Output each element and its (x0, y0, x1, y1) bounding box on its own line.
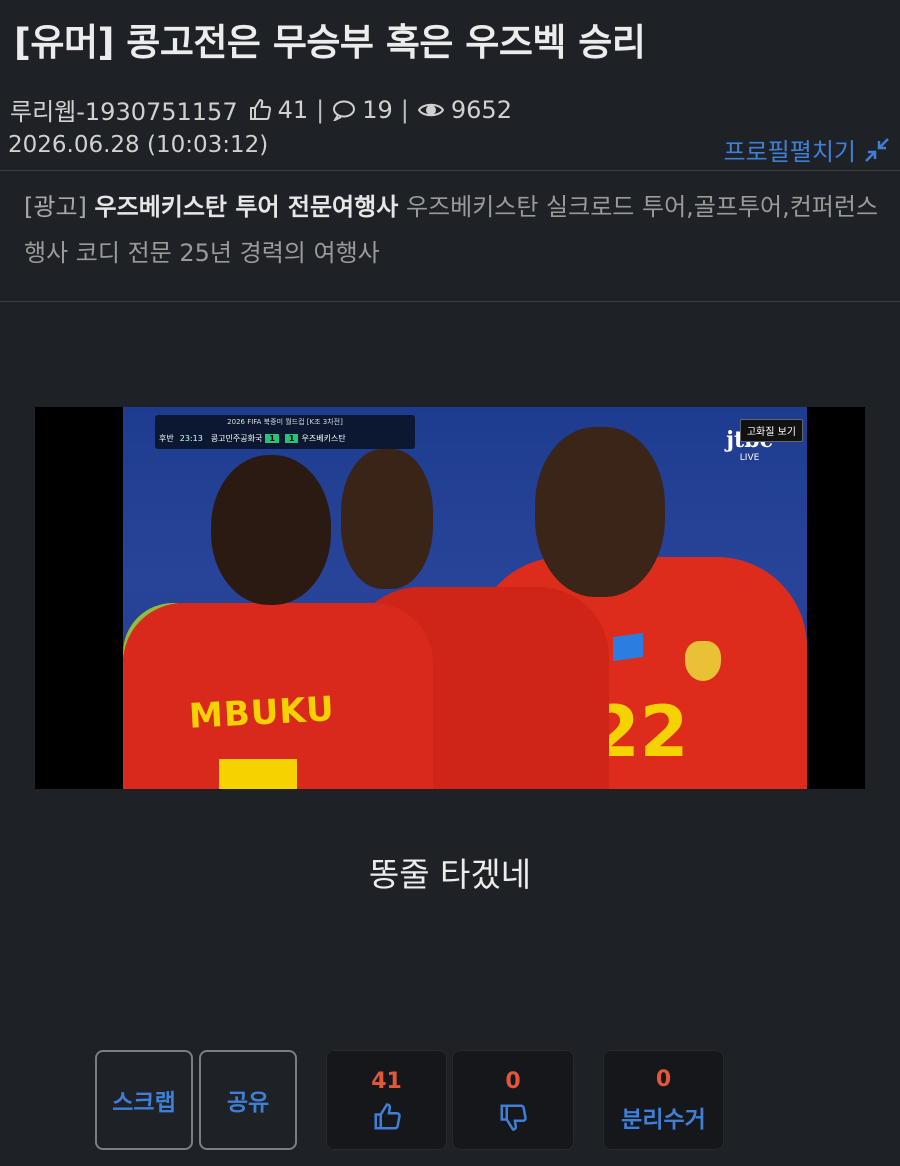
comment-count: 19 (362, 95, 393, 124)
profile-expand-link[interactable]: 프로필펼치기 (724, 132, 890, 167)
match-half: 후반 (159, 433, 174, 443)
upvote-button[interactable]: 41 (326, 1050, 447, 1150)
ad-divider (0, 301, 900, 302)
team-crest (685, 641, 721, 681)
downvote-button[interactable]: 0 (452, 1050, 574, 1150)
upvote-count: 41 (371, 1068, 402, 1094)
jersey-name: MBUKU (188, 689, 336, 737)
header-divider (0, 170, 900, 171)
ad-tag: [광고] (24, 193, 87, 221)
thumbs-down-icon (500, 1104, 527, 1131)
post-meta: 루리웹-1930751157 41 | 19 | 9652 (10, 92, 512, 127)
scrap-button[interactable]: 스크랩 (95, 1050, 193, 1150)
jersey-number-partial (219, 759, 297, 789)
like-stat: 41 (248, 95, 309, 124)
player-right-head (535, 427, 665, 597)
meta-divider: | (316, 95, 325, 124)
collapse-arrows-icon (865, 137, 889, 162)
score-row: 후반 23:13 콩고민주공화국 1 1 우즈베키스탄 (159, 431, 411, 445)
hd-quality-button[interactable]: 고화질 보기 (739, 419, 803, 442)
comment-bubble-icon (333, 100, 356, 121)
author-name[interactable]: 루리웹-1930751157 (10, 92, 238, 127)
post-date: 2026.06.28 (10:03:12) (8, 132, 269, 158)
like-count: 41 (277, 95, 309, 124)
scrap-label: 스크랩 (112, 1090, 176, 1116)
video-player[interactable]: 22 MBUKU 2026 FIFA 북중미 월드컵 [K조 3차전] 후반 2… (35, 407, 865, 789)
profile-expand-label: 프로필펼치기 (723, 138, 856, 166)
ad-headline[interactable]: 우즈베키스탄 투어 전문여행사 (95, 193, 399, 221)
scoreboard-overlay: 2026 FIFA 북중미 월드컵 [K조 3차전] 후반 23:13 콩고민주… (155, 415, 415, 449)
video-frame: 22 MBUKU 2026 FIFA 북중미 월드컵 [K조 3차전] 후반 2… (123, 407, 807, 789)
recycle-button[interactable]: 0 분리수거 (603, 1050, 724, 1150)
flag-patch (613, 632, 643, 662)
view-count: 9652 (450, 95, 512, 124)
away-team: 우즈베키스탄 (301, 433, 346, 443)
comment-stat: 19 (332, 96, 393, 124)
meta-divider: | (400, 95, 409, 124)
ad-banner[interactable]: [광고] 우즈베키스탄 투어 전문여행사 우즈베키스탄 실크로드 투어,골프투어… (24, 184, 886, 276)
home-score: 1 (265, 433, 279, 443)
thumbs-up-icon (374, 1102, 401, 1129)
competition-label: 2026 FIFA 북중미 월드컵 [K조 3차전] (227, 418, 343, 426)
player-middle-head (341, 449, 433, 589)
home-team: 콩고민주공화국 (210, 433, 263, 443)
recycle-count: 0 (655, 1066, 672, 1092)
share-button[interactable]: 공유 (199, 1050, 297, 1150)
away-score: 1 (284, 433, 299, 443)
post-caption: 똥줄 타겠네 (368, 855, 532, 894)
downvote-count: 0 (505, 1068, 521, 1094)
post-title: [유머] 콩고전은 무승부 혹은 우즈벡 승리 (14, 21, 646, 64)
share-label: 공유 (226, 1090, 270, 1116)
player-left-head (211, 455, 331, 605)
thumbs-up-icon (249, 98, 271, 120)
recycle-label: 분리수거 (621, 1106, 706, 1133)
live-label: LIVE (739, 453, 760, 463)
match-clock: 23:13 (179, 433, 203, 443)
eye-icon (417, 103, 445, 116)
view-stat: 9652 (417, 96, 512, 124)
